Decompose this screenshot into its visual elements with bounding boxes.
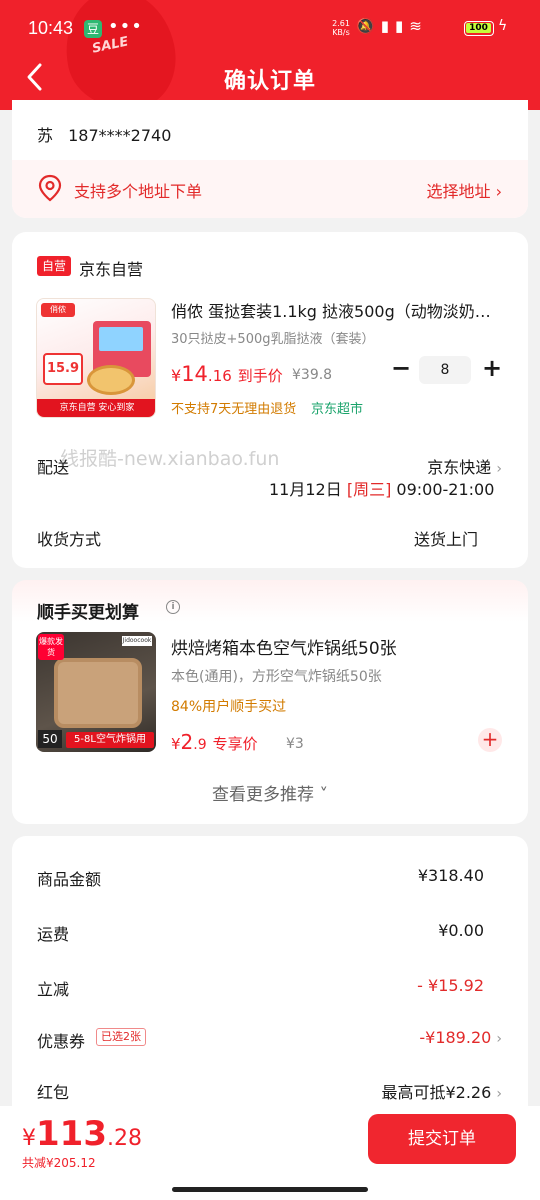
- original-price: ¥39.8: [292, 367, 333, 383]
- location-pin-icon: [38, 174, 62, 202]
- delivery-courier[interactable]: 京东快递 ›: [427, 454, 502, 478]
- price-tag: 专享价: [212, 735, 258, 753]
- quantity-decrease-button[interactable]: −: [390, 356, 412, 382]
- info-icon[interactable]: i: [166, 600, 180, 614]
- recipient: 苏 187****2740: [37, 122, 171, 146]
- signal-icon: ▮: [394, 17, 410, 35]
- goods-amount-label: 商品金额: [37, 870, 102, 889]
- recommendation-title: 顺手买更划算: [37, 603, 139, 623]
- red-packet-value[interactable]: 最高可抵¥2.26 ›: [381, 1079, 502, 1103]
- coupon-label: 优惠券: [37, 1032, 86, 1051]
- coupon-value[interactable]: -¥189.20 ›: [419, 1028, 502, 1047]
- choose-address-button[interactable]: 选择地址 ›: [426, 178, 502, 202]
- add-recommendation-button[interactable]: +: [478, 728, 502, 752]
- shipping-label: 运费: [37, 925, 70, 944]
- product-card: 自营 京东自营 俏侬 15.9 京东自营 安心到家 俏侬 蛋挞套装1.1kg 挞…: [12, 232, 528, 568]
- chevron-right-icon: ›: [496, 461, 502, 477]
- checkout-bar: ¥113.28 共减¥205.12 提交订单: [0, 1106, 540, 1200]
- chevron-right-icon: ›: [495, 182, 502, 201]
- recommendation-price: ¥2.9 专享价: [171, 730, 258, 754]
- chevron-right-icon: ›: [496, 1031, 502, 1047]
- submit-order-button[interactable]: 提交订单: [368, 1114, 516, 1164]
- address-card[interactable]: 苏 187****2740 支持多个地址下单 选择地址 ›: [12, 100, 528, 218]
- pack-count: 50: [38, 730, 62, 748]
- delivery-label: 配送: [37, 458, 70, 477]
- discount-value: - ¥15.92: [417, 976, 484, 995]
- status-icons: 🔕▮▮≋: [356, 17, 428, 35]
- watermark: 线报酷-new.xianbao.fun: [60, 448, 280, 470]
- price-summary-card: 商品金额 ¥318.40 运费 ¥0.00 立减 - ¥15.92 优惠券 已选…: [12, 836, 528, 1136]
- quantity-increase-button[interactable]: +: [480, 356, 504, 382]
- supermarket-tag: 京东超市: [311, 402, 364, 417]
- charging-icon: ϟ: [498, 18, 508, 34]
- shipping-value: ¥0.00: [438, 921, 484, 940]
- shop-name: 京东自营: [79, 260, 144, 279]
- recipient-phone: 187****2740: [68, 126, 172, 145]
- size-label: 5-8L空气炸锅用: [66, 732, 154, 748]
- chevron-right-icon: ›: [496, 1086, 502, 1102]
- recommendation-image[interactable]: 爆款发货 Jidoocook 50 5-8L空气炸锅用: [36, 632, 156, 752]
- status-bar: 10:43 豆 ••• 2.61 KB/s 🔕▮▮≋ 100 ϟ: [0, 0, 540, 56]
- recommendation-name[interactable]: 烘焙烤箱本色空气炸锅纸50张: [171, 634, 397, 659]
- coupon-selected-badge: 已选2张: [96, 1028, 146, 1046]
- price-tag: 到手价: [237, 367, 283, 385]
- recommendation-brand-logo: Jidoocook: [122, 636, 152, 646]
- app-notification-icon: 豆: [84, 20, 102, 38]
- no-return-notice: 不支持7天无理由退货: [171, 402, 297, 417]
- product-brand-logo: 俏侬: [41, 303, 75, 317]
- receive-method-value[interactable]: 送货上门: [414, 526, 478, 550]
- network-speed: 2.61 KB/s: [332, 19, 350, 37]
- product-name[interactable]: 俏侬 蛋挞套装1.1kg 挞液500g（动物淡奶…: [171, 298, 501, 322]
- goods-amount-value: ¥318.40: [417, 866, 484, 885]
- recommendation-bought-rate: 84%用户顺手买过: [171, 699, 287, 715]
- battery-icon: 100: [464, 21, 494, 36]
- signal-icon: ▮: [380, 17, 395, 35]
- hot-badge: 爆款发货: [38, 634, 64, 660]
- wifi-icon: ≋: [409, 17, 428, 35]
- product-spec: 30只挞皮+500g乳脂挞液（套装）: [171, 332, 375, 347]
- home-indicator[interactable]: [172, 1187, 368, 1192]
- quantity-input[interactable]: 8: [419, 356, 471, 384]
- total-saved: 共减¥205.12: [22, 1156, 96, 1170]
- recommendation-spec: 本色(通用)，方形空气炸锅纸50张: [171, 669, 382, 685]
- page-title: 确认订单: [223, 69, 316, 94]
- self-operated-badge: 自营: [37, 256, 71, 276]
- status-time: 10:43: [28, 18, 74, 38]
- image-price-tag: 15.9: [43, 353, 83, 385]
- recipient-name: 苏: [37, 126, 54, 145]
- multi-address-text: 支持多个地址下单: [74, 182, 203, 201]
- image-footer: 京东自营 安心到家: [37, 399, 155, 417]
- more-notifications-icon: •••: [108, 16, 143, 37]
- multi-address-bar[interactable]: 支持多个地址下单 选择地址 ›: [12, 160, 528, 218]
- product-image[interactable]: 俏侬 15.9 京东自营 安心到家: [36, 298, 156, 418]
- product-price: ¥14.16 到手价: [171, 362, 283, 386]
- recommendation-card: 顺手买更划算 i 爆款发货 Jidoocook 50 5-8L空气炸锅用 烘焙烤…: [12, 580, 528, 824]
- battery-level: 100: [466, 23, 491, 33]
- header: SALE 10:43 豆 ••• 2.61 KB/s 🔕▮▮≋ 100 ϟ 确认订…: [0, 0, 540, 110]
- recommendation-original-price: ¥3: [286, 736, 304, 752]
- discount-label: 立减: [37, 980, 70, 999]
- mute-icon: 🔕: [356, 17, 381, 35]
- total-price: ¥113.28: [22, 1114, 142, 1154]
- more-recommendations-button[interactable]: 查看更多推荐 ˅: [12, 780, 528, 805]
- receive-method-label: 收货方式: [37, 530, 102, 549]
- delivery-time[interactable]: 11月12日 [周三] 09:00-21:00: [269, 476, 494, 500]
- red-packet-label: 红包: [37, 1083, 70, 1102]
